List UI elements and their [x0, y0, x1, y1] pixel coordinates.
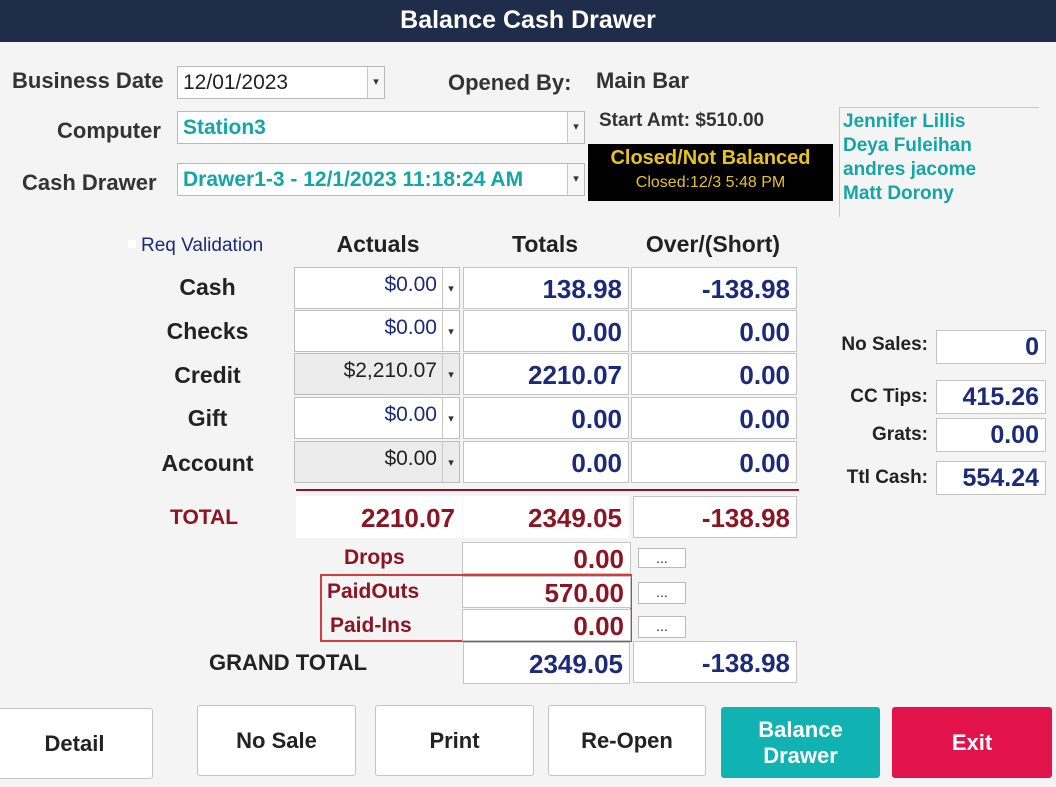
user-list-item[interactable]: Deya Fuleihan — [843, 134, 1039, 158]
computer-label: Computer — [57, 118, 161, 143]
grand-total-total: 2349.05 — [463, 642, 630, 684]
grand-total-label: GRAND TOTAL — [209, 650, 368, 675]
cc-tips-value: 415.26 — [936, 380, 1046, 414]
total-checks: 0.00 — [463, 310, 629, 352]
ttl-cash-value: 554.24 — [936, 461, 1046, 495]
dropdown-arrow-icon[interactable]: ▾ — [442, 354, 459, 394]
grand-total-over-short: -138.98 — [633, 641, 797, 683]
window-title: Balance Cash Drawer — [0, 0, 1056, 42]
column-header-over-short: Over/(Short) — [645, 231, 781, 257]
user-list-item[interactable]: Matt Dorony — [843, 182, 1039, 206]
column-header-actuals: Actuals — [336, 231, 420, 257]
cc-tips-label: CC Tips: — [850, 386, 928, 407]
paidins-details-button[interactable]: ... — [638, 616, 686, 638]
actual-checks-value: $0.00 — [384, 316, 437, 339]
drops-details-button[interactable]: ... — [638, 548, 686, 568]
paidins-label: Paid-Ins — [330, 614, 412, 637]
user-list-item[interactable]: Jennifer Lillis — [843, 110, 1039, 134]
start-amount: Start Amt: $510.00 — [599, 110, 765, 131]
actual-account-value: $0.00 — [384, 447, 437, 470]
over-short-gift: 0.00 — [631, 397, 797, 439]
actual-cash-input[interactable]: $0.00 ▾ — [294, 267, 460, 309]
total-total: 2349.05 — [463, 496, 629, 538]
total-cash: 138.98 — [463, 267, 629, 309]
drawer-status: Closed/Not Balanced — [610, 147, 811, 169]
dropdown-arrow-icon[interactable]: ▾ — [567, 164, 584, 195]
dropdown-arrow-icon[interactable]: ▾ — [367, 67, 384, 98]
dropdown-arrow-icon[interactable]: ▾ — [442, 268, 459, 308]
total-divider — [296, 489, 799, 491]
cash-drawer-value: Drawer1-3 - 12/1/2023 11:18:24 AM — [183, 168, 524, 191]
paidouts-label: PaidOuts — [327, 580, 420, 603]
no-sales-label: No Sales: — [841, 334, 928, 355]
row-label-account: Account — [161, 450, 254, 476]
req-validation-label: Req Validation — [141, 235, 264, 256]
over-short-cash: -138.98 — [631, 267, 797, 309]
user-list[interactable]: Jennifer Lillis Deya Fuleihan andres jac… — [839, 107, 1039, 217]
print-button[interactable]: Print — [375, 705, 534, 776]
actual-cash-value: $0.00 — [384, 273, 437, 296]
dropdown-arrow-icon[interactable]: ▾ — [567, 112, 584, 143]
drawer-status-box: Closed/Not Balanced Closed:12/3 5:48 PM — [588, 144, 833, 201]
row-label-checks: Checks — [166, 318, 249, 344]
drops-value: 0.00 — [462, 542, 631, 574]
ttl-cash-label: Ttl Cash: — [846, 467, 928, 488]
opened-by-value: Main Bar — [596, 68, 689, 93]
paidouts-details-button[interactable]: ... — [638, 582, 686, 604]
actual-credit-value: $2,210.07 — [343, 359, 437, 382]
dropdown-arrow-icon[interactable]: ▾ — [442, 311, 459, 351]
actual-checks-input[interactable]: $0.00 ▾ — [294, 310, 460, 352]
actual-account-input[interactable]: $0.00 ▾ — [294, 441, 460, 483]
row-label-credit: Credit — [174, 362, 241, 388]
grats-value: 0.00 — [936, 418, 1046, 452]
actual-credit-input[interactable]: $2,210.07 ▾ — [294, 353, 460, 395]
opened-by-label: Opened By: — [448, 70, 572, 95]
dropdown-arrow-icon[interactable]: ▾ — [442, 442, 459, 482]
over-short-account: 0.00 — [631, 441, 797, 483]
detail-button[interactable]: Detail — [0, 708, 153, 779]
no-sales-value: 0 — [936, 330, 1046, 364]
total-label: TOTAL — [170, 506, 239, 529]
cash-drawer-label: Cash Drawer — [22, 170, 157, 195]
user-list-item[interactable]: andres jacome — [843, 158, 1039, 182]
exit-button[interactable]: Exit — [892, 707, 1052, 778]
cash-drawer-select[interactable]: Drawer1-3 - 12/1/2023 11:18:24 AM ▾ — [177, 163, 585, 196]
actual-gift-value: $0.00 — [384, 403, 437, 426]
req-validation-checkbox[interactable] — [128, 240, 136, 248]
computer-value: Station3 — [183, 116, 266, 139]
row-label-gift: Gift — [187, 405, 228, 431]
total-account: 0.00 — [463, 441, 629, 483]
drops-label: Drops — [344, 546, 405, 569]
actual-gift-input[interactable]: $0.00 ▾ — [294, 397, 460, 439]
dropdown-arrow-icon[interactable]: ▾ — [442, 398, 459, 438]
over-short-credit: 0.00 — [631, 353, 797, 395]
no-sale-button[interactable]: No Sale — [197, 705, 356, 776]
business-date-picker[interactable]: 12/01/2023 ▾ — [177, 66, 385, 99]
computer-select[interactable]: Station3 ▾ — [177, 111, 585, 144]
total-gift: 0.00 — [463, 397, 629, 439]
paidouts-value: 570.00 — [462, 576, 631, 608]
paidins-value: 0.00 — [462, 609, 631, 641]
business-date-value: 12/01/2023 — [183, 71, 289, 94]
total-over-short: -138.98 — [633, 496, 797, 538]
total-credit: 2210.07 — [463, 353, 629, 395]
total-actual: 2210.07 — [296, 496, 462, 538]
drawer-closed-time: Closed:12/3 5:48 PM — [635, 174, 786, 191]
row-label-cash: Cash — [179, 274, 236, 300]
column-header-totals: Totals — [511, 231, 579, 257]
over-short-checks: 0.00 — [631, 310, 797, 352]
reopen-button[interactable]: Re-Open — [548, 705, 706, 776]
balance-drawer-button[interactable]: Balance Drawer — [721, 707, 880, 778]
business-date-label: Business Date — [12, 68, 164, 93]
grats-label: Grats: — [872, 424, 928, 445]
